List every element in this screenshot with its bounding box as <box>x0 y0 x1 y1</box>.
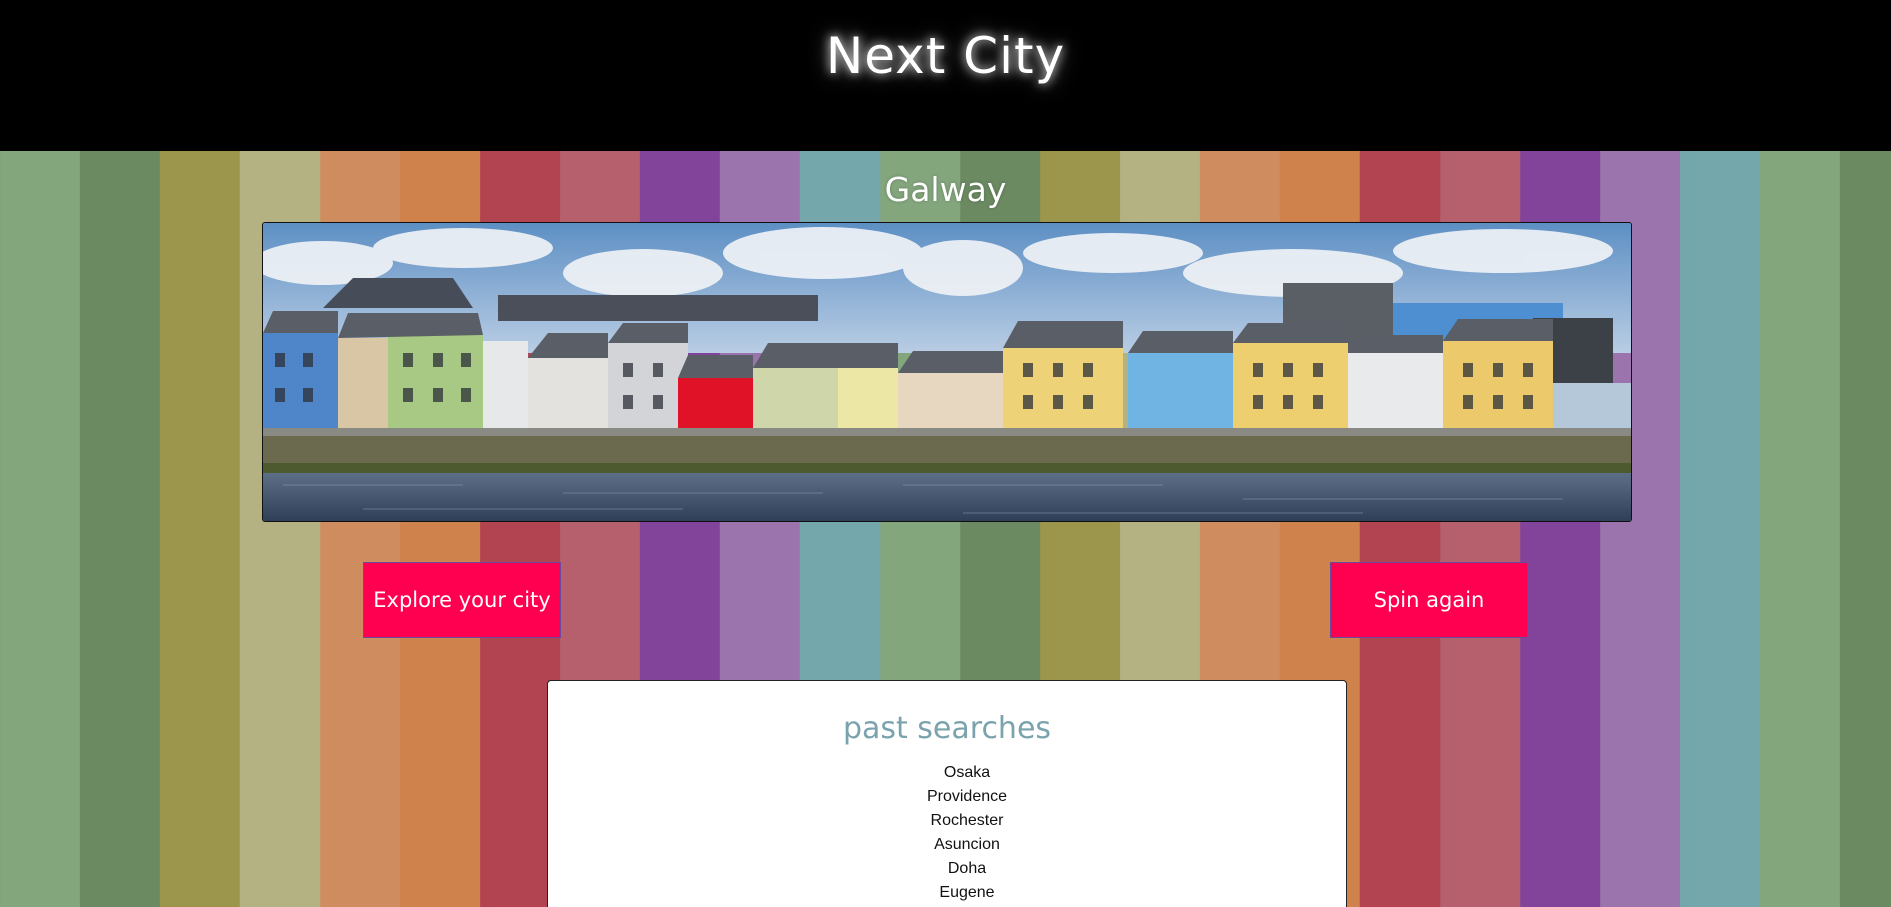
header-bar: Next City <box>0 0 1891 151</box>
past-search-item[interactable]: Rochester <box>588 809 1346 833</box>
past-search-item[interactable]: Osaka <box>588 761 1346 785</box>
galway-harbour-illustration <box>263 223 1631 521</box>
past-search-item[interactable]: Doha <box>588 857 1346 881</box>
city-name: Galway <box>884 170 1007 209</box>
past-search-item[interactable]: Asuncion <box>588 833 1346 857</box>
past-searches-title: past searches <box>842 711 1052 746</box>
city-photo <box>262 222 1632 522</box>
app-title: Next City <box>825 26 1066 85</box>
explore-city-button[interactable]: Explore your city <box>363 562 561 638</box>
past-searches-panel: past searches Osaka Providence Rochester… <box>547 680 1347 907</box>
past-search-item[interactable]: Eugene <box>588 881 1346 905</box>
past-search-item[interactable]: Providence <box>588 785 1346 809</box>
spin-again-button[interactable]: Spin again <box>1330 562 1528 638</box>
past-searches-list: Osaka Providence Rochester Asuncion Doha… <box>548 761 1346 905</box>
